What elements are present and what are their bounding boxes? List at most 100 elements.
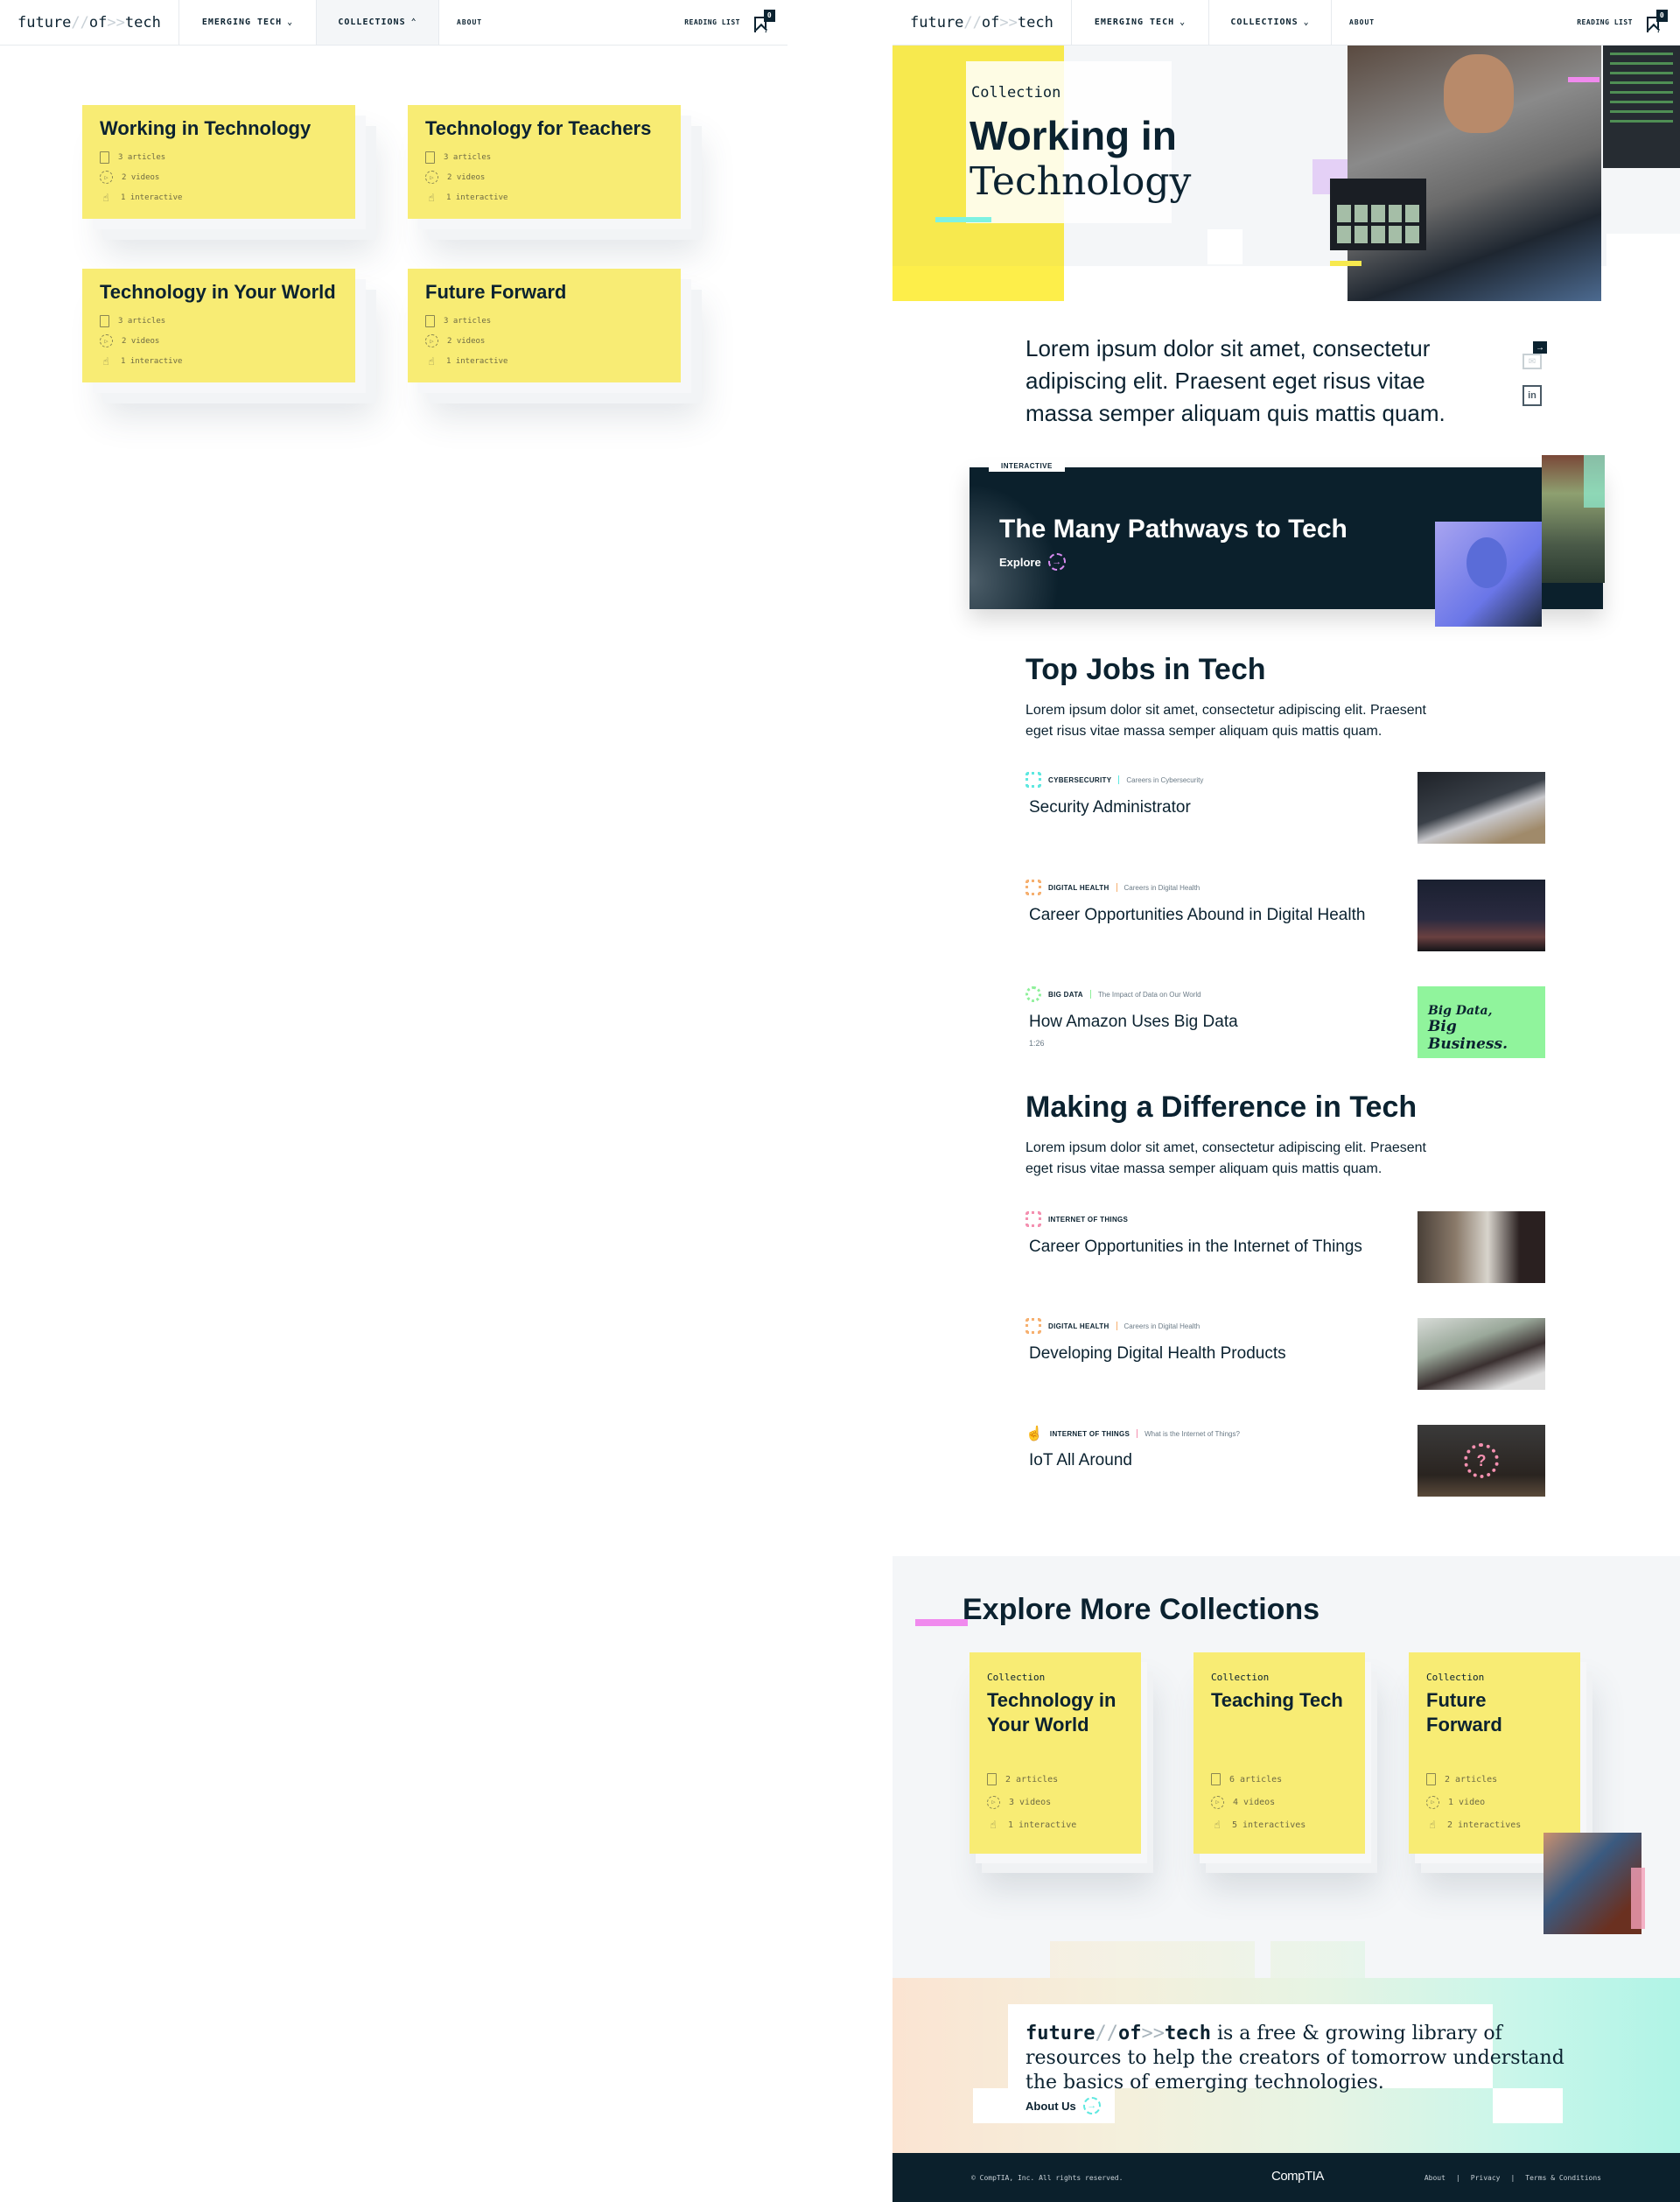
play-icon: ▷: [100, 171, 113, 184]
content-list-item[interactable]: DIGITAL HEALTH Careers in Digital Health …: [1026, 1318, 1545, 1390]
divider: [1116, 1322, 1117, 1330]
divider: [1089, 990, 1091, 999]
hand-pointer-icon: ☝: [428, 354, 435, 368]
nav-emerging-tech[interactable]: EMERGING TECH ⌄: [179, 0, 317, 45]
dropdown-collection-card[interactable]: Working in Technology 3 articles ▷ 2 vide…: [82, 105, 376, 240]
item-title[interactable]: Security Administrator: [1029, 798, 1191, 817]
logo-text-future: future: [18, 13, 72, 32]
nav-emerging-tech[interactable]: EMERGING TECH ⌄: [1072, 0, 1209, 45]
divider: [1137, 1429, 1138, 1438]
item-title[interactable]: IoT All Around: [1029, 1451, 1132, 1470]
content-list-item[interactable]: DIGITAL HEALTH Careers in Digital Health …: [1026, 880, 1545, 951]
document-icon: [100, 314, 109, 327]
meta-text: 2 videos: [447, 336, 486, 346]
item-title[interactable]: Career Opportunities in the Internet of …: [1029, 1238, 1362, 1257]
interactive-count: ☝ 2 interactives: [1426, 1813, 1521, 1836]
meta-text: 4 videos: [1233, 1797, 1276, 1807]
about-us-link[interactable]: About Us →: [1026, 2097, 1101, 2114]
item-thumbnail-night-sky[interactable]: [1418, 880, 1545, 951]
item-thumbnail-street[interactable]: [1418, 1318, 1545, 1390]
footer-link-terms[interactable]: Terms & Conditions: [1525, 2174, 1601, 2182]
item-category[interactable]: DIGITAL HEALTH: [1048, 884, 1110, 892]
item-title[interactable]: Career Opportunities Abound in Digital H…: [1029, 906, 1365, 925]
brand-part: of: [1117, 2023, 1142, 2044]
item-category[interactable]: CYBERSECURITY: [1048, 776, 1111, 784]
content-list-item[interactable]: INTERNET OF THINGS Career Opportunities …: [1026, 1211, 1545, 1283]
item-category[interactable]: INTERNET OF THINGS: [1048, 1216, 1128, 1224]
meta-text: 2 videos: [447, 172, 486, 182]
site-footer: © CompTIA, Inc. All rights reserved. Com…: [892, 2153, 1680, 2202]
collection-card[interactable]: Collection Future Forward 2 articles ▷ 1 …: [1409, 1652, 1592, 1873]
photo-subject: [1444, 54, 1514, 133]
item-thumbnail-big-data[interactable]: Big Data, Big Business.: [1418, 986, 1545, 1058]
item-subcategory[interactable]: Careers in Digital Health: [1124, 884, 1200, 892]
content-list-item[interactable]: CYBERSECURITY Careers in Cybersecurity Se…: [1026, 772, 1545, 844]
explore-label: Explore: [999, 555, 1041, 569]
item-thumbnail-office[interactable]: [1418, 1211, 1545, 1283]
item-title[interactable]: How Amazon Uses Big Data: [1029, 1013, 1238, 1032]
item-thumbnail-laptop[interactable]: [1418, 772, 1545, 844]
articles-count: 3 articles: [100, 311, 338, 331]
item-subcategory[interactable]: Careers in Digital Health: [1124, 1322, 1200, 1330]
articles-count: 2 articles: [987, 1768, 1076, 1791]
nav-collections[interactable]: COLLECTIONS ⌃: [317, 0, 439, 45]
brand-part: tech: [1164, 2023, 1211, 2044]
thumbnail-text: Big Data,: [1428, 1004, 1493, 1018]
promo-explore-link[interactable]: Explore →: [999, 553, 1066, 571]
item-subcategory[interactable]: What is the Internet of Things?: [1144, 1430, 1240, 1438]
articles-count: 3 articles: [100, 147, 338, 167]
reading-list-button[interactable]: READING LIST 0: [1577, 0, 1680, 45]
linkedin-share-icon[interactable]: in: [1522, 385, 1542, 406]
play-icon: ▷: [1211, 1795, 1224, 1809]
site-logo[interactable]: future//of >> tech: [0, 0, 179, 45]
about-band-mask: [892, 1941, 1680, 1978]
item-title[interactable]: Developing Digital Health Products: [1029, 1344, 1286, 1364]
logo-separator: //: [71, 13, 89, 32]
meta-text: 2 interactives: [1447, 1820, 1522, 1830]
about-us-label: About Us: [1026, 2099, 1076, 2113]
document-icon: [987, 1773, 997, 1785]
item-subcategory[interactable]: The Impact of Data on Our World: [1098, 991, 1201, 999]
dropdown-collection-card[interactable]: Future Forward 3 articles ▷ 2 videos ☝ 1 i…: [408, 269, 702, 403]
item-category[interactable]: INTERNET OF THINGS: [1050, 1430, 1130, 1438]
content-list-item[interactable]: ☝ INTERNET OF THINGS What is the Internet …: [1026, 1425, 1545, 1497]
decorative-white-square: [1208, 229, 1242, 264]
item-thumbnail-iot[interactable]: ?: [1418, 1425, 1545, 1497]
content-list-item[interactable]: BIG DATA The Impact of Data on Our World …: [1026, 986, 1545, 1058]
card-meta: 2 articles ▷ 3 videos ☝ 1 interactive: [987, 1768, 1076, 1836]
interactive-promo-banner[interactable]: INTERACTIVE The Many Pathways to Tech Ex…: [970, 455, 1605, 627]
card-meta: 6 articles ▷ 4 videos ☝ 5 interactives: [1211, 1768, 1306, 1836]
collection-card[interactable]: Collection Teaching Tech 6 articles ▷ 4 v…: [1194, 1652, 1377, 1873]
explore-more-collections: Explore More Collections Collection Tech…: [892, 1556, 1680, 1941]
comptia-logo[interactable]: CompTIA: [1271, 2169, 1324, 2184]
chip-icon: [1026, 1318, 1041, 1334]
site-logo[interactable]: future//of >> tech: [892, 0, 1072, 45]
reading-list-button[interactable]: READING LIST 0: [684, 0, 788, 45]
brand-separator: >>: [1141, 2023, 1165, 2044]
articles-count: 6 articles: [1211, 1768, 1306, 1791]
footer-link-about[interactable]: About: [1424, 2174, 1446, 2182]
footer-link-privacy[interactable]: Privacy: [1471, 2174, 1501, 2182]
nav-collections[interactable]: COLLECTIONS ⌄: [1209, 0, 1332, 45]
meta-text: 2 articles: [1005, 1774, 1059, 1785]
card-face: Technology for Teachers 3 articles ▷ 2 vi…: [408, 105, 681, 219]
logo-text-future: future: [910, 13, 964, 32]
reading-list-count: 0: [1656, 9, 1668, 22]
item-category[interactable]: DIGITAL HEALTH: [1048, 1322, 1110, 1330]
share-arrow-icon[interactable]: →: [1533, 341, 1547, 354]
item-category[interactable]: BIG DATA: [1048, 991, 1083, 999]
dropdown-collection-card[interactable]: Technology for Teachers 3 articles ▷ 2 vi…: [408, 105, 702, 240]
hand-pointer-icon: ☝: [1429, 1819, 1436, 1831]
item-subcategory[interactable]: Careers in Cybersecurity: [1126, 776, 1203, 784]
nav-label: COLLECTIONS: [1230, 18, 1298, 27]
collection-page: future//of >> tech EMERGING TECH ⌄ COLLECTI…: [892, 0, 1680, 2202]
collection-card[interactable]: Collection Technology in Your World 2 ar…: [970, 1652, 1153, 1873]
decorative-yellow-bar: [1330, 261, 1362, 266]
email-share-icon[interactable]: ✉: [1522, 354, 1542, 369]
dropdown-collection-card[interactable]: Technology in Your World 3 articles ▷ 2 v…: [82, 269, 376, 403]
nav-label: EMERGING TECH: [201, 18, 283, 27]
hero-photo-code: [1603, 46, 1680, 168]
nav-about[interactable]: ABOUT: [439, 0, 500, 45]
nav-about[interactable]: ABOUT: [1332, 0, 1392, 45]
play-icon: [1026, 986, 1041, 1002]
